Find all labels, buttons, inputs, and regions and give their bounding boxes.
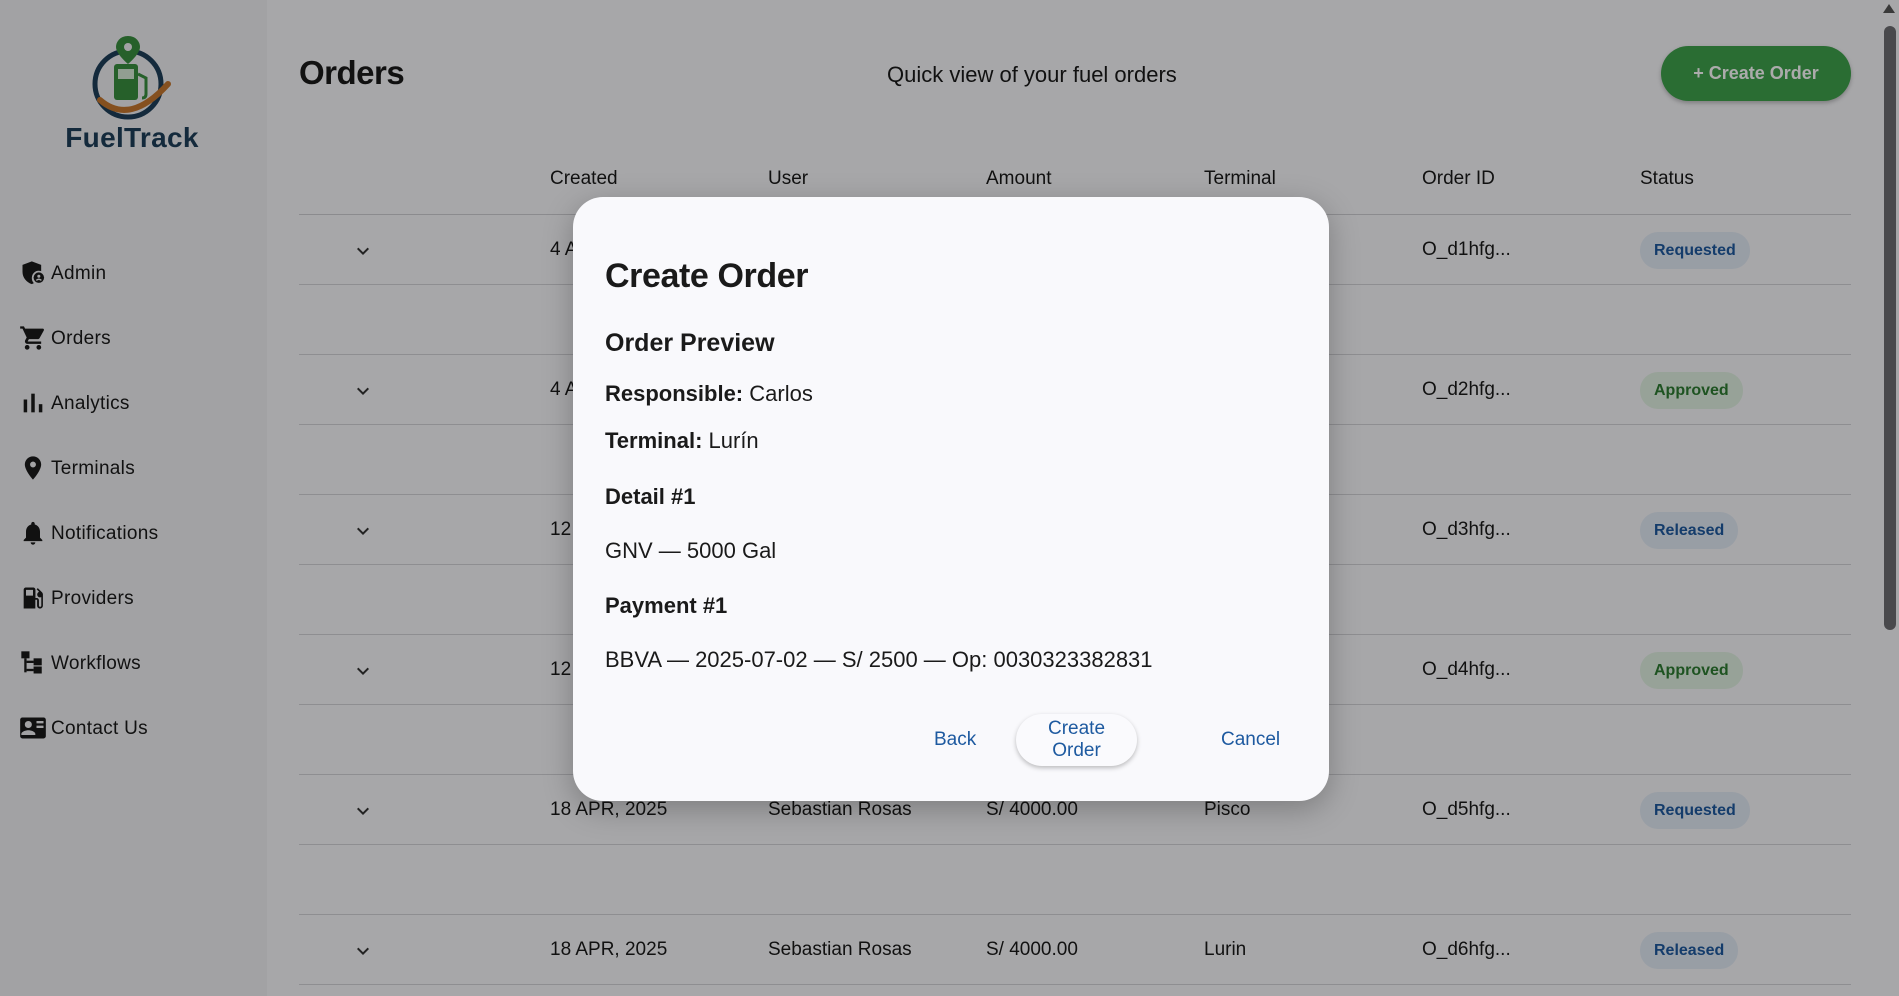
dialog-title: Create Order (605, 257, 809, 295)
detail-heading: Detail #1 (605, 484, 696, 509)
responsible-line: Responsible: Carlos (605, 381, 813, 407)
confirm-create-order-button[interactable]: Create Order (1016, 714, 1138, 766)
back-button[interactable]: Back (934, 714, 976, 766)
create-order-dialog: Create Order Order Preview Responsible: … (573, 197, 1329, 801)
detail-value: GNV — 5000 Gal (605, 538, 777, 563)
responsible-label: Responsible: (605, 381, 744, 406)
responsible-value: Carlos (749, 381, 813, 406)
cancel-button[interactable]: Cancel (1221, 714, 1280, 766)
payment-heading: Payment #1 (605, 593, 728, 618)
terminal-value: Lurín (708, 428, 759, 453)
terminal-line: Terminal: Lurín (605, 428, 759, 454)
terminal-label: Terminal: (605, 428, 703, 453)
payment-value: BBVA — 2025-07-02 — S/ 2500 — Op: 003032… (605, 647, 1153, 672)
dialog-subtitle: Order Preview (605, 329, 775, 357)
